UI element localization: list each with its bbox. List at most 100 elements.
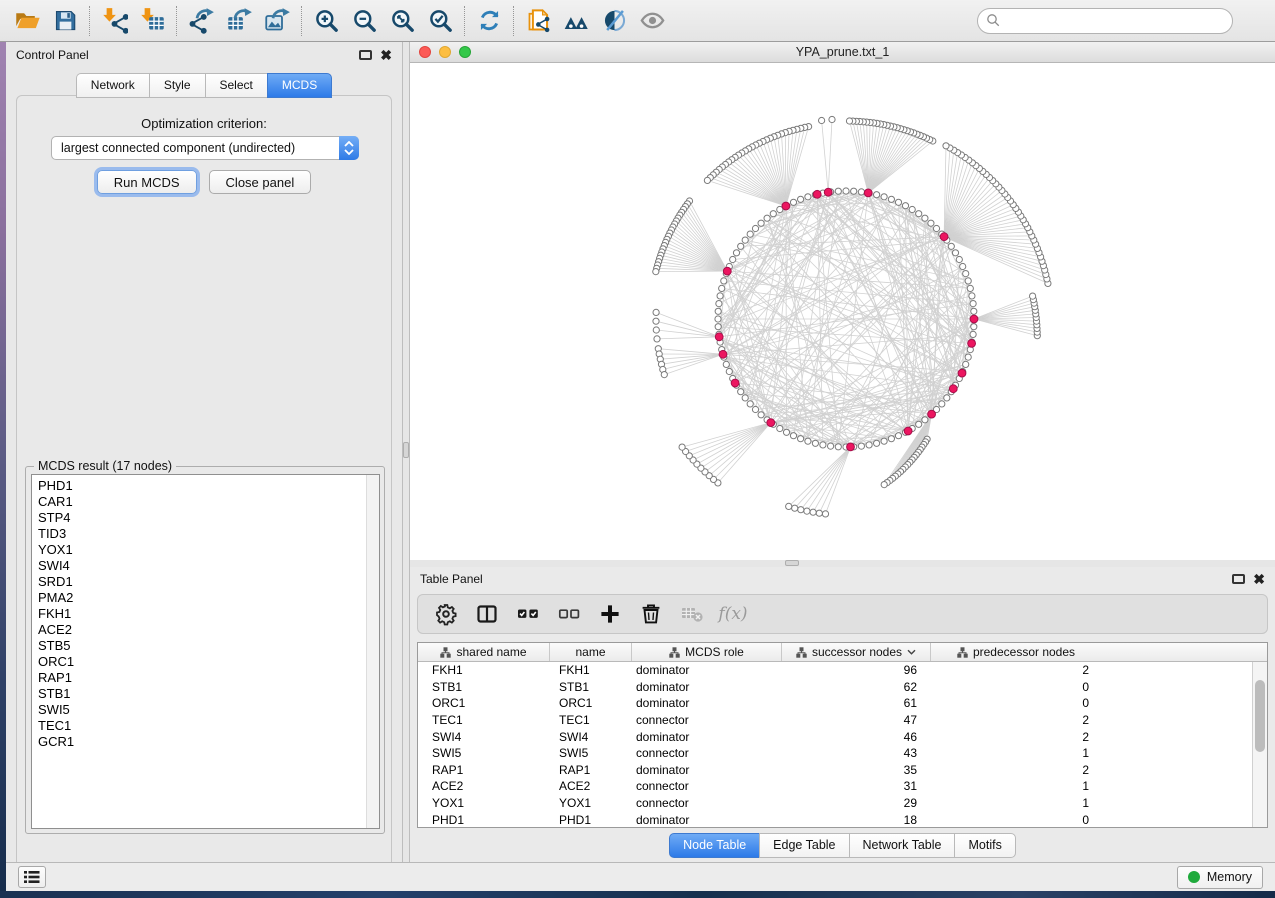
ring-node[interactable]: [764, 215, 770, 221]
leaf-node[interactable]: [653, 269, 659, 275]
result-list-scrollbar[interactable]: [366, 475, 379, 828]
mcds-result-item[interactable]: YOX1: [38, 542, 379, 558]
mcds-hub-node[interactable]: [970, 315, 978, 323]
close-table-panel-icon[interactable]: ✖: [1253, 574, 1265, 584]
ring-node[interactable]: [835, 444, 841, 450]
ring-node[interactable]: [752, 225, 758, 231]
ring-node[interactable]: [971, 324, 977, 330]
column-header-MCDS-role[interactable]: MCDS role: [632, 643, 782, 661]
ring-node[interactable]: [928, 220, 934, 226]
table-row[interactable]: ACE2ACE2connector311: [418, 778, 1252, 795]
mcds-result-item[interactable]: STB1: [38, 686, 379, 702]
table-row[interactable]: RAP1RAP1dominator352: [418, 762, 1252, 779]
ring-node[interactable]: [902, 203, 908, 209]
ring-node[interactable]: [866, 442, 872, 448]
ring-node[interactable]: [747, 401, 753, 407]
ring-node[interactable]: [895, 199, 901, 205]
ring-node[interactable]: [922, 417, 928, 423]
tab-node-table[interactable]: Node Table: [669, 833, 759, 858]
ring-node[interactable]: [944, 395, 950, 401]
ring-node[interactable]: [858, 443, 864, 449]
ring-node[interactable]: [956, 256, 962, 262]
leaf-node[interactable]: [1030, 293, 1036, 299]
mcds-result-item[interactable]: RAP1: [38, 670, 379, 686]
leaf-node[interactable]: [810, 509, 816, 515]
table-row[interactable]: STB1STB1dominator620: [418, 679, 1252, 696]
ring-node[interactable]: [965, 278, 971, 284]
ring-node[interactable]: [770, 211, 776, 217]
mcds-result-item[interactable]: STB5: [38, 638, 379, 654]
ring-node[interactable]: [747, 231, 753, 237]
zoom-fit-button[interactable]: [383, 3, 421, 39]
leaf-node[interactable]: [829, 116, 835, 122]
vertical-splitter[interactable]: [402, 42, 410, 862]
mcds-hub-node[interactable]: [782, 202, 790, 210]
import-network-button[interactable]: [95, 3, 133, 39]
column-header-predecessor-nodes[interactable]: predecessor nodes: [931, 643, 1101, 661]
mcds-hub-node[interactable]: [958, 369, 966, 377]
tab-network[interactable]: Network: [76, 73, 149, 98]
leaf-node[interactable]: [804, 508, 810, 514]
ring-node[interactable]: [895, 433, 901, 439]
ring-node[interactable]: [851, 188, 857, 194]
ring-node[interactable]: [843, 188, 849, 194]
add-column-button[interactable]: [598, 602, 622, 626]
ring-node[interactable]: [715, 308, 721, 314]
mcds-result-item[interactable]: SWI4: [38, 558, 379, 574]
memory-button[interactable]: Memory: [1177, 866, 1263, 889]
ring-node[interactable]: [939, 401, 945, 407]
ring-node[interactable]: [805, 194, 811, 200]
ring-node[interactable]: [805, 438, 811, 444]
export-image-button[interactable]: [258, 3, 296, 39]
ring-node[interactable]: [888, 196, 894, 202]
leaf-node[interactable]: [661, 372, 667, 378]
ring-node[interactable]: [716, 301, 722, 307]
mcds-result-item[interactable]: TID3: [38, 526, 379, 542]
import-table-button[interactable]: [133, 3, 171, 39]
ring-node[interactable]: [758, 220, 764, 226]
ring-node[interactable]: [723, 361, 729, 367]
leaf-node[interactable]: [816, 510, 822, 516]
mcds-result-item[interactable]: GCR1: [38, 734, 379, 750]
ring-node[interactable]: [798, 436, 804, 442]
ring-node[interactable]: [715, 324, 721, 330]
apply-layout-button[interactable]: [470, 3, 508, 39]
ring-node[interactable]: [742, 395, 748, 401]
leaf-node[interactable]: [653, 309, 659, 315]
close-panel-icon[interactable]: ✖: [380, 50, 392, 60]
run-mcds-button[interactable]: Run MCDS: [97, 170, 197, 194]
vertical-splitter-handle[interactable]: [403, 442, 409, 458]
ring-node[interactable]: [971, 308, 977, 314]
mcds-result-list[interactable]: PHD1CAR1STP4TID3YOX1SWI4SRD1PMA2FKH1ACE2…: [31, 474, 380, 829]
mcds-hub-node[interactable]: [715, 333, 723, 341]
leaf-node[interactable]: [846, 118, 852, 124]
ring-node[interactable]: [888, 436, 894, 442]
search-input[interactable]: [1001, 14, 1224, 28]
ring-node[interactable]: [730, 256, 736, 262]
leaf-node[interactable]: [792, 505, 798, 511]
ring-node[interactable]: [960, 263, 966, 269]
overview-button[interactable]: [557, 3, 595, 39]
table-row[interactable]: YOX1YOX1connector291: [418, 795, 1252, 812]
ring-node[interactable]: [874, 192, 880, 198]
tab-mcds[interactable]: MCDS: [267, 73, 332, 98]
ring-node[interactable]: [758, 412, 764, 418]
mcds-result-item[interactable]: PMA2: [38, 590, 379, 606]
ring-node[interactable]: [828, 443, 834, 449]
settings-gear-button[interactable]: [434, 602, 458, 626]
ring-node[interactable]: [922, 215, 928, 221]
ring-node[interactable]: [967, 285, 973, 291]
zoom-selected-button[interactable]: [421, 3, 459, 39]
float-table-panel-icon[interactable]: [1232, 574, 1245, 584]
ring-node[interactable]: [916, 211, 922, 217]
optimization-criterion-select[interactable]: largest connected component (undirected): [51, 136, 359, 160]
mcds-result-item[interactable]: TEC1: [38, 718, 379, 734]
float-window-icon[interactable]: [359, 50, 372, 60]
ring-node[interactable]: [738, 243, 744, 249]
ring-node[interactable]: [752, 406, 758, 412]
leaf-node[interactable]: [786, 503, 792, 509]
delete-column-button[interactable]: [639, 602, 663, 626]
ring-node[interactable]: [933, 225, 939, 231]
horizontal-splitter[interactable]: [410, 560, 1275, 567]
tab-edge-table[interactable]: Edge Table: [759, 833, 848, 858]
